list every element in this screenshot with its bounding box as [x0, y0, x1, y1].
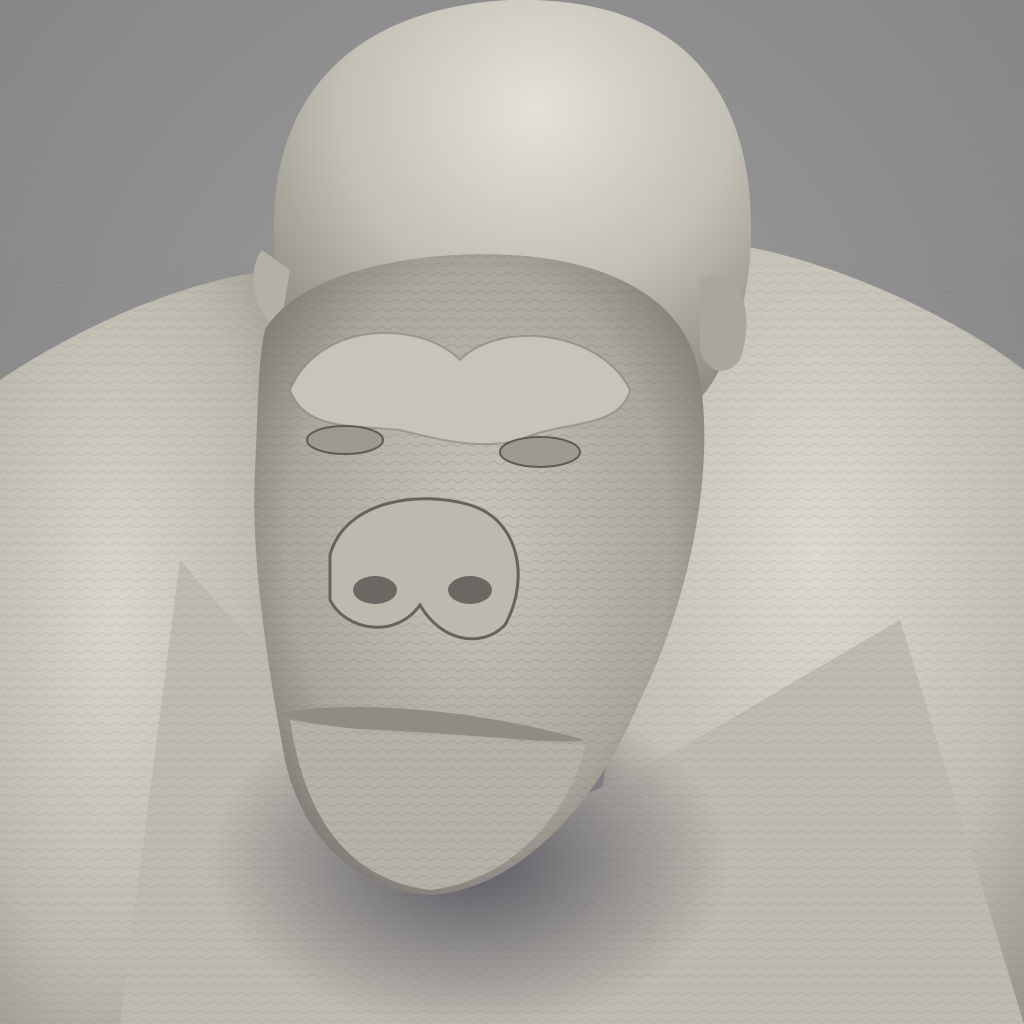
sculpt-render — [0, 0, 1024, 1024]
right-nostril — [448, 576, 492, 604]
render-viewport — [0, 0, 1024, 1024]
right-eye — [499, 436, 581, 468]
left-nostril — [353, 576, 397, 604]
left-eye — [306, 425, 384, 455]
